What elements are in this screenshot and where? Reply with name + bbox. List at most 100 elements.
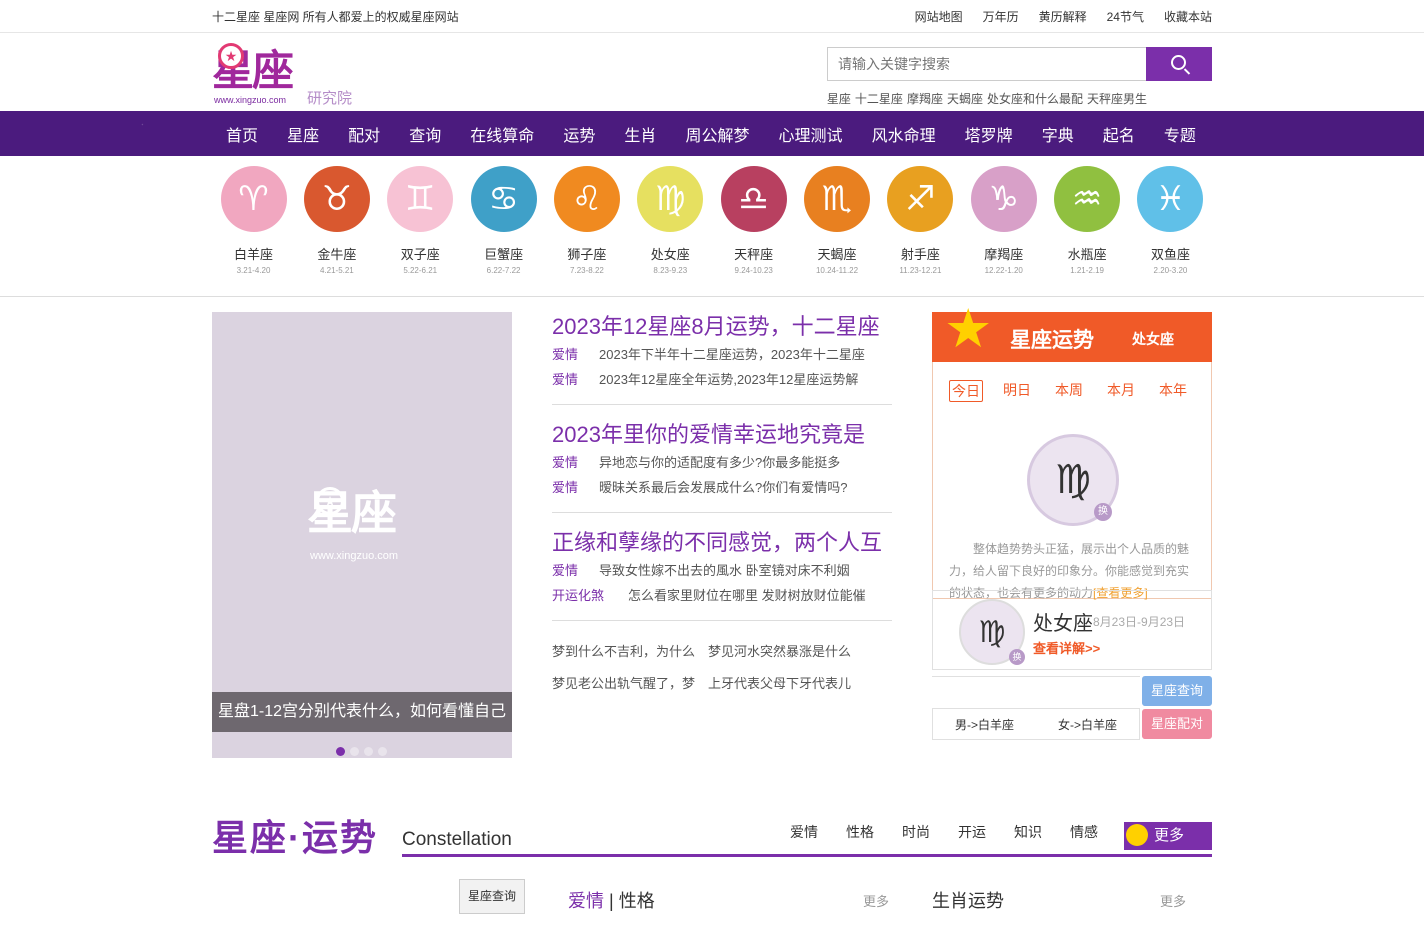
character-heading[interactable]: 性格 <box>619 891 655 911</box>
dream-link[interactable]: 梦见老公出轨气醒了，梦 <box>552 668 695 700</box>
hot-word[interactable]: 十二星座 <box>855 90 903 107</box>
male-sign-select[interactable]: 男->白羊座 <box>955 716 1014 733</box>
nav-item-naming[interactable]: 起名 <box>1103 122 1135 146</box>
zodiac-date: 11.23-12.21 <box>899 266 942 275</box>
bottom-row: 星座查询 爱情 | 性格 更多 生肖运势 更多 <box>0 879 1424 919</box>
nav-item-tarot[interactable]: 塔罗牌 <box>965 122 1013 146</box>
zodiac-item[interactable]: ♍ 处女座 8.23-9.23 <box>629 166 712 275</box>
news-title[interactable]: 2023年12星座8月运势，十二星座 <box>552 312 892 342</box>
slider-dot[interactable] <box>378 747 387 756</box>
virgo-avatar[interactable]: ♍ 换 <box>1027 434 1119 526</box>
dream-link[interactable]: 梦到什么不吉利，为什么 <box>552 636 695 668</box>
news-link[interactable]: 怎么看家里财位在哪里 发财树放财位能催 <box>628 583 866 608</box>
swap-button[interactable]: 换 <box>1009 649 1025 665</box>
news-link[interactable]: 导致女性嫁不出去的風水 卧室镜对床不利姻 <box>599 558 850 583</box>
zodiac-item[interactable]: ♉ 金牛座 4.21-5.21 <box>295 166 378 275</box>
zodiac-item[interactable]: ♎ 天秤座 9.24-10.23 <box>712 166 795 275</box>
news-link[interactable]: 2023年下半年十二星座运势，2023年十二星座 <box>599 342 865 367</box>
news-tag[interactable]: 爱情 <box>552 450 599 475</box>
zodiac-item[interactable]: ♈ 白羊座 3.21-4.20 <box>212 166 295 275</box>
sign-detail-link[interactable]: 查看详解>> <box>1033 638 1100 657</box>
top-link-sitemap[interactable]: 网站地图 <box>915 8 963 25</box>
zodiac-item[interactable]: ♌ 狮子座 7.23-8.22 <box>545 166 628 275</box>
zodiac-more-link[interactable]: 更多 <box>1160 891 1186 910</box>
news-link[interactable]: 异地恋与你的适配度有多少?你最多能挺多 <box>599 450 840 475</box>
tab-week[interactable]: 本周 <box>1055 380 1107 402</box>
news-tag[interactable]: 爱情 <box>552 558 599 583</box>
dream-link[interactable]: 上牙代表父母下牙代表儿 <box>708 668 851 700</box>
news-title[interactable]: 2023年里你的爱情幸运地究竟是 <box>552 420 892 450</box>
constellation-match-button[interactable]: 星座配对 <box>1142 709 1212 739</box>
slider-dots <box>336 747 387 756</box>
nav-item-home[interactable]: 首页 <box>226 122 258 146</box>
site-logo[interactable]: 星座 ★ www.xingzuo.com 研究院 <box>212 37 362 107</box>
news-tag[interactable]: 爱情 <box>552 367 599 392</box>
search-input[interactable] <box>827 47 1146 81</box>
news-block: 正缘和孽缘的不同感觉，两个人互 爱情 导致女性嫁不出去的風水 卧室镜对床不利姻 开… <box>552 528 892 621</box>
love-more-link[interactable]: 更多 <box>863 891 889 910</box>
news-tag[interactable]: 开运化煞 <box>552 583 628 608</box>
header: 星座 ★ www.xingzuo.com 研究院 星座 十二星座 摩羯座 天蝎座… <box>0 33 1424 111</box>
constellation-query-tab[interactable]: 星座查询 <box>459 879 525 914</box>
nav-item-query[interactable]: 查询 <box>409 122 441 146</box>
hot-word[interactable]: 天秤座男生 <box>1087 90 1147 107</box>
love-heading[interactable]: 爱情 <box>568 891 604 911</box>
slider-caption[interactable]: 星盘1-12宫分别代表什么，如何看懂自己 <box>212 692 512 732</box>
fortune-sign: 处女座 <box>1132 331 1174 347</box>
nav-item-psych-test[interactable]: 心理测试 <box>779 122 843 146</box>
nav-item-horoscope[interactable]: 运势 <box>563 122 595 146</box>
site-description: 十二星座 星座网 所有人都爱上的权威星座网站 <box>212 9 459 24</box>
slider-dot[interactable] <box>364 747 373 756</box>
sign-card-avatar[interactable]: ♍ 换 <box>959 599 1025 665</box>
female-sign-select[interactable]: 女->白羊座 <box>1058 716 1117 733</box>
zodiac-item[interactable]: ♊ 双子座 5.22-6.21 <box>379 166 462 275</box>
tab-tomorrow[interactable]: 明日 <box>1003 380 1055 402</box>
section-tab-character[interactable]: 性格 <box>846 822 874 842</box>
slider-dot[interactable] <box>336 747 345 756</box>
swap-button[interactable]: 换 <box>1094 503 1112 521</box>
aquarius-icon: ♒ <box>1054 166 1121 232</box>
section-tab-fashion[interactable]: 时尚 <box>902 822 930 842</box>
news-link[interactable]: 暧昧关系最后会发展成什么?你们有爱情吗? <box>599 475 847 500</box>
slider-dot[interactable] <box>350 747 359 756</box>
nav-item-match[interactable]: 配对 <box>348 122 380 146</box>
top-link-bookmark[interactable]: 收藏本站 <box>1164 8 1212 25</box>
hot-word[interactable]: 摩羯座 <box>907 90 943 107</box>
constellation-query-button[interactable]: 星座查询 <box>1142 676 1212 706</box>
logo-subtitle: 研究院 <box>307 90 353 107</box>
section-tab-luck[interactable]: 开运 <box>958 822 986 842</box>
dream-link[interactable]: 梦见河水突然暴涨是什么 <box>708 636 851 668</box>
hot-word[interactable]: 星座 <box>827 90 851 107</box>
zodiac-item[interactable]: ♏ 天蝎座 10.24-11.22 <box>796 166 879 275</box>
news-tag[interactable]: 爱情 <box>552 475 599 500</box>
nav-item-topics[interactable]: 专题 <box>1164 122 1196 146</box>
nav-item-dream[interactable]: 周公解梦 <box>685 122 749 146</box>
hot-word[interactable]: 天蝎座 <box>947 90 983 107</box>
top-link-almanac[interactable]: 黄历解释 <box>1039 8 1087 25</box>
nav-item-chinese-zodiac[interactable]: 生肖 <box>624 122 656 146</box>
nav-item-constellation[interactable]: 星座 <box>287 122 319 146</box>
top-link-calendar[interactable]: 万年历 <box>983 8 1019 25</box>
section-tab-love[interactable]: 爱情 <box>790 822 818 842</box>
zodiac-item[interactable]: ♒ 水瓶座 1.21-2.19 <box>1046 166 1129 275</box>
nav-item-fortune-telling[interactable]: 在线算命 <box>470 122 534 146</box>
news-link[interactable]: 2023年12星座全年运势,2023年12星座运势解 <box>599 367 858 392</box>
image-slider[interactable]: 星座 ★ www.xingzuo.com 星盘1-12宫分别代表什么，如何看懂自… <box>212 312 512 758</box>
hot-word[interactable]: 处女座和什么最配 <box>987 90 1083 107</box>
nav-item-dictionary[interactable]: 字典 <box>1042 122 1074 146</box>
news-title[interactable]: 正缘和孽缘的不同感觉，两个人互 <box>552 528 892 558</box>
top-link-solar-terms[interactable]: 24节气 <box>1107 8 1144 25</box>
news-tag[interactable]: 爱情 <box>552 342 599 367</box>
zodiac-item[interactable]: ♋ 巨蟹座 6.22-7.22 <box>462 166 545 275</box>
zodiac-item[interactable]: ♐ 射手座 11.23-12.21 <box>879 166 962 275</box>
zodiac-item[interactable]: ♑ 摩羯座 12.22-1.20 <box>962 166 1045 275</box>
nav-item-fengshui[interactable]: 风水命理 <box>872 122 936 146</box>
search-button[interactable] <box>1146 47 1212 81</box>
tab-month[interactable]: 本月 <box>1107 380 1159 402</box>
zodiac-item[interactable]: ♓ 双鱼座 2.20-3.20 <box>1129 166 1212 275</box>
section-more-button[interactable]: 更多 <box>1124 822 1212 850</box>
section-tab-knowledge[interactable]: 知识 <box>1014 822 1042 842</box>
tab-year[interactable]: 本年 <box>1159 380 1211 402</box>
section-tab-emotion[interactable]: 情感 <box>1070 822 1098 842</box>
tab-today[interactable]: 今日 <box>949 380 983 402</box>
